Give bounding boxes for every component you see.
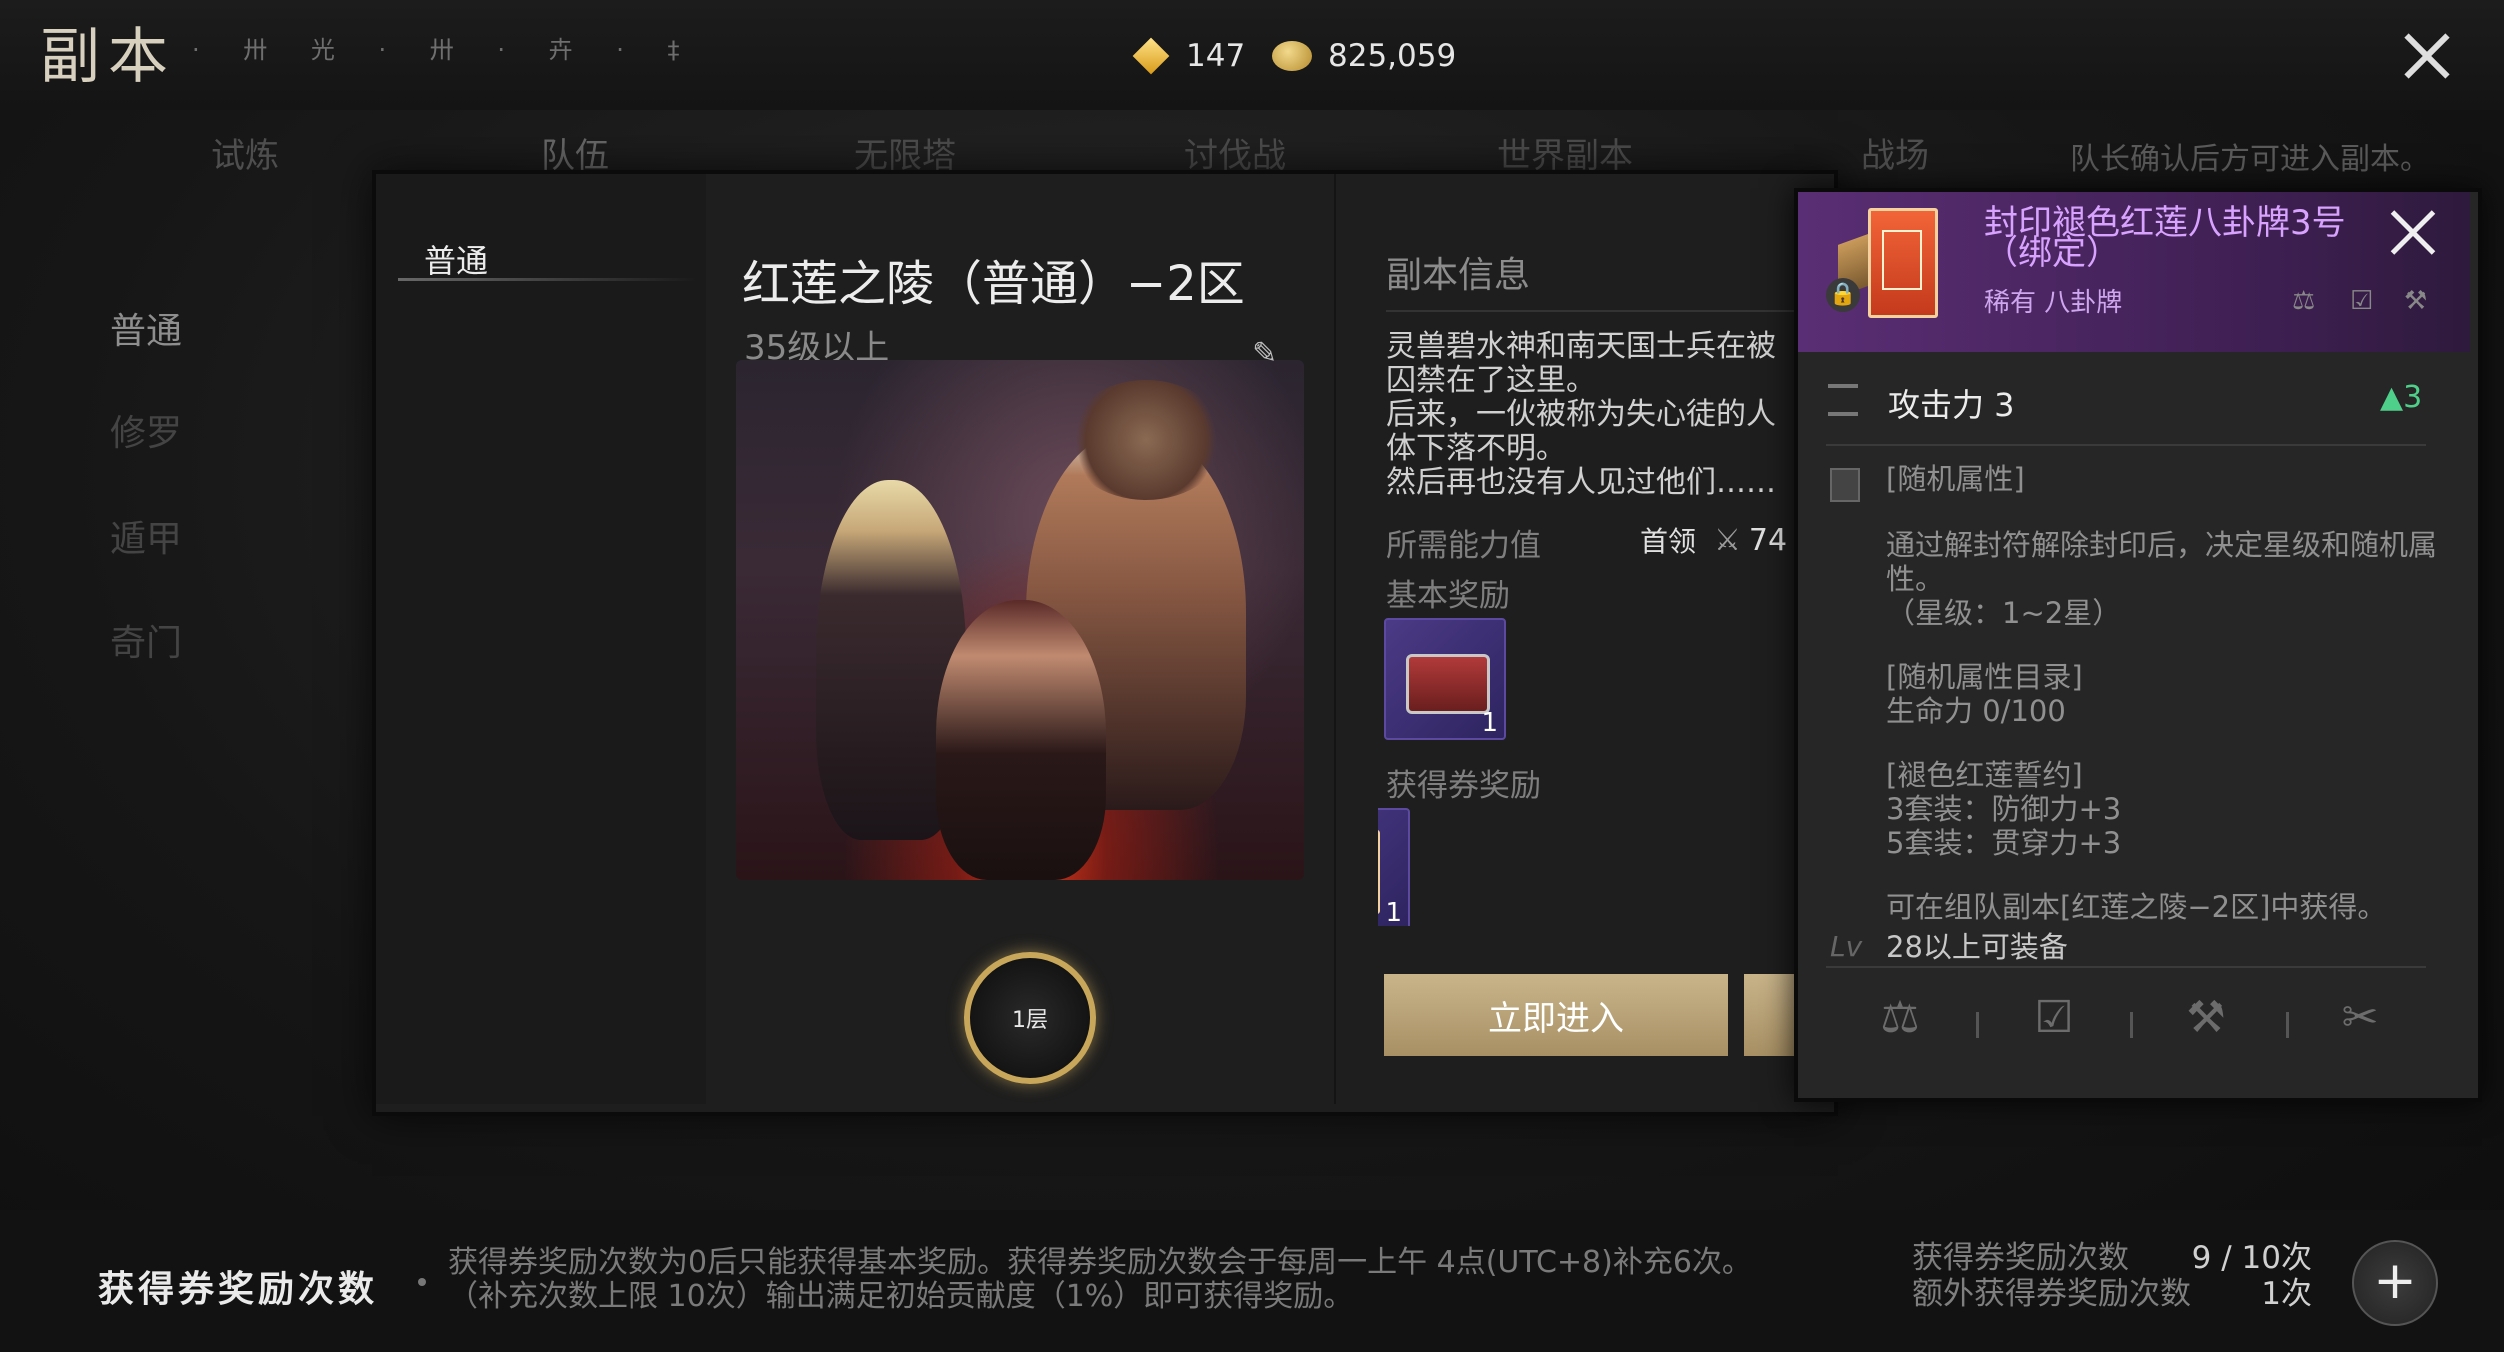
page-title: 副本 [40, 22, 176, 92]
gem-balance: 147 [1132, 32, 1245, 80]
selection-underline [398, 278, 698, 281]
tooltip-divider [1826, 444, 2426, 446]
power-value: 74 [1748, 522, 1788, 558]
random-list-item: 生命力 0/100 [1886, 694, 2066, 728]
ticket-reward-label: 获得券奖励 [1386, 768, 1541, 804]
close-icon[interactable] [2402, 32, 2450, 80]
item-source: 可在组队副本[红莲之陵−2区]中获得。 [1886, 890, 2387, 924]
set-bonus-3: 3套装：防御力+3 [1886, 792, 2122, 826]
talisman-icon [1378, 830, 1380, 914]
set-bonus-5: 5套装：贯穿力+3 [1886, 826, 2122, 860]
ticket-reward-item[interactable]: 1 [1378, 808, 1410, 926]
stat-change: ▲3 [2380, 380, 2423, 415]
tooltip-close-icon[interactable] [2390, 210, 2436, 256]
icon-separator [1976, 1012, 1979, 1038]
anvil-icon[interactable]: ⚒ [2176, 992, 2236, 1052]
item-name: 封印褪色红莲八卦牌3号（绑定） [1984, 203, 2346, 273]
extra-ticket-count-label: 额外获得券奖励次数 [1912, 1276, 2191, 1312]
desc-line: 体下落不明。 [1386, 431, 1566, 466]
floor-selector-button[interactable]: 1层 [964, 952, 1096, 1084]
bullet-dot [418, 1278, 426, 1286]
random-attr-header: [随机属性] [1886, 462, 2025, 496]
level-icon: Lv [1830, 930, 1863, 963]
desc-line: 囚禁在了这里。 [1386, 363, 1596, 398]
ticket-stat-values: 9 / 10次 1次 [2166, 1240, 2312, 1312]
desc-line: 通过解封符解除封印后，决定星级和随机属 [1886, 528, 2438, 562]
desc-line: 然后再也没有人见过他们…… [1386, 465, 1776, 500]
extra-ticket-count-value: 1次 [2261, 1276, 2312, 1312]
equip-level-requirement: 28以上可装备 [1886, 930, 2068, 964]
title-decoration: · 卅 光 · 卅 · 卉 · ‡ [192, 36, 698, 64]
compare-scale-icon[interactable]: ⚖ [1870, 992, 1930, 1052]
desc-line: 灵兽碧水神和南天国士兵在被 [1386, 329, 1776, 364]
category-dunjia[interactable]: 遁甲 [110, 510, 182, 562]
reward-count: 1 [1385, 898, 1402, 926]
icon-separator [2286, 1012, 2289, 1038]
gold-balance: 825,059 [1272, 32, 1456, 80]
gold-count: 825,059 [1328, 38, 1457, 74]
tooltip-divider [1826, 966, 2426, 968]
icon-separator [2130, 1012, 2133, 1038]
desc-line: （星级：1~2星） [1886, 596, 2122, 630]
set-header: [褪色红莲誓约] [1886, 758, 2083, 792]
dismantle-icon[interactable]: ✂ [2330, 992, 2390, 1052]
ticket-count-label: 获得券奖励次数 [1912, 1240, 2129, 1276]
ticket-count-description: 获得券奖励次数为0后只能获得基本奖励。获得券奖励次数会于每周一上午 4点(UTC… [448, 1246, 1752, 1314]
reward-count: 1 [1481, 708, 1498, 738]
party-hint: 队长确认后方可进入副本。 [2070, 142, 2430, 177]
random-list: [随机属性目录] 生命力 0/100 [1886, 660, 2083, 728]
lock-icon: 🔒 [1826, 278, 1860, 312]
sub-list [376, 174, 706, 1104]
auto-route-icon[interactable]: ✎ [1252, 336, 1308, 376]
basic-reward-item[interactable]: 1 [1384, 618, 1506, 740]
item-talisman-icon: 🔒 [1826, 208, 1954, 318]
random-list-header: [随机属性目录] [1886, 660, 2083, 694]
dungeon-description: 灵兽碧水神和南天国士兵在被 囚禁在了这里。 后来，一伙被称为失心徒的人 体下落不… [1386, 330, 1826, 500]
item-rarity: 稀有 八卦牌 [1984, 288, 2123, 318]
column-divider [1334, 174, 1336, 1104]
enter-button-label: 立即进入 [1488, 998, 1624, 1039]
boss-label: 首领 [1640, 525, 1697, 558]
scale-icon: ⚖ [2292, 286, 2316, 316]
anvil-icon: ⚒ [2404, 286, 2428, 316]
stat-list-icon [1828, 384, 1858, 416]
gem-count: 147 [1186, 38, 1246, 74]
floor-label: 1层 [1012, 1008, 1048, 1033]
ticket-count-title: 获得券奖励次数 [98, 1268, 379, 1310]
equip-check-icon[interactable]: ☑ [2024, 992, 2084, 1052]
category-asura[interactable]: 修罗 [110, 404, 182, 456]
stat-attack: 攻击力 3 [1888, 386, 2015, 424]
sub-list-item[interactable]: 普通 [424, 236, 488, 282]
dungeon-title: 红莲之陵（普通）−2区 [742, 256, 1245, 312]
ticket-reward-list: 1 1 1 [1378, 808, 1828, 926]
desc-line: （补充次数上限 10次）输出满足初始贡献度（1%）即可获得奖励。 [448, 1279, 1354, 1314]
swords-icon: ⚔ [1714, 522, 1741, 558]
ticket-count-value: 9 / 10次 [2191, 1240, 2312, 1276]
info-section-title: 副本信息 [1386, 255, 1531, 296]
dungeon-artwork [736, 360, 1304, 880]
doc-icon [1830, 468, 1860, 502]
check-icon: ☑ [2350, 286, 2374, 316]
desc-line: 后来，一伙被称为失心徒的人 [1386, 397, 1776, 432]
section-divider [1386, 310, 1816, 312]
reward-chest-icon [1406, 654, 1490, 714]
basic-reward-label: 基本奖励 [1386, 578, 1510, 614]
category-normal[interactable]: 普通 [110, 302, 182, 354]
gem-icon [1132, 37, 1170, 75]
random-attr-desc: 通过解封符解除封印后，决定星级和随机属 性。 （星级：1~2星） [1886, 528, 2446, 630]
add-ticket-button[interactable]: + [2352, 1240, 2438, 1326]
desc-line: 性。 [1886, 562, 1945, 596]
set-effects: [褪色红莲誓约] 3套装：防御力+3 5套装：贯穿力+3 [1886, 758, 2121, 860]
enter-now-button[interactable]: 立即进入 [1384, 974, 1728, 1056]
coin-icon [1272, 41, 1312, 71]
category-qimen[interactable]: 奇门 [110, 614, 182, 666]
required-power: 首领 ⚔ 74 [1640, 520, 1787, 560]
desc-line: 获得券奖励次数为0后只能获得基本奖励。获得券奖励次数会于每周一上午 4点(UTC… [448, 1245, 1752, 1280]
power-label: 所需能力值 [1386, 528, 1541, 564]
tab-trial[interactable]: 试炼 [80, 128, 410, 184]
ticket-stat-labels: 获得券奖励次数 额外获得券奖励次数 [1912, 1240, 2191, 1312]
